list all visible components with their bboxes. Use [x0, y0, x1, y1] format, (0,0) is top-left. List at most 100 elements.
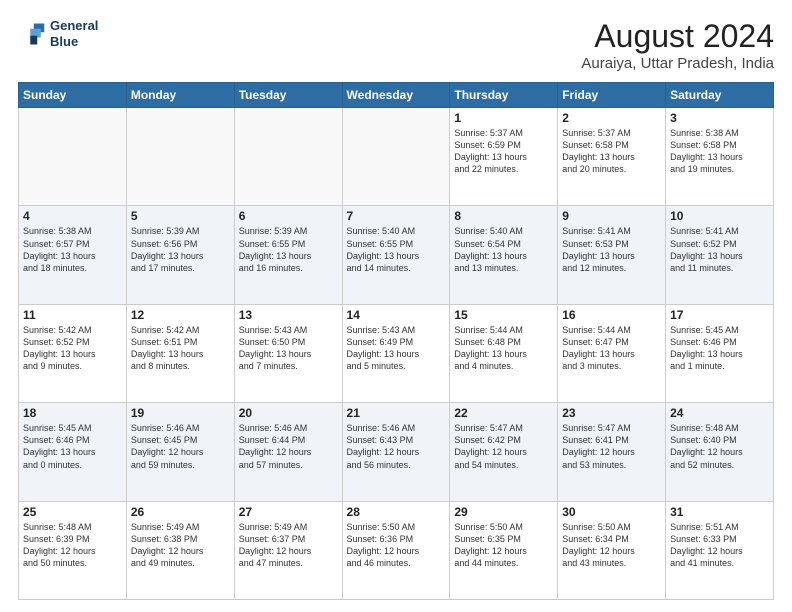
day-info: Sunrise: 5:49 AM Sunset: 6:37 PM Dayligh…: [239, 521, 338, 570]
day-number: 7: [347, 209, 446, 223]
day-number: 17: [670, 308, 769, 322]
day-number: 12: [131, 308, 230, 322]
calendar-cell: 27 Sunrise: 5:49 AM Sunset: 6:37 PM Dayli…: [234, 501, 342, 599]
calendar-cell: 16 Sunrise: 5:44 AM Sunset: 6:47 PM Dayli…: [558, 304, 666, 402]
day-number: 18: [23, 406, 122, 420]
calendar-cell: 13Sunrise: 5:43 AM Sunset: 6:50 PM Dayli…: [234, 304, 342, 402]
day-number: 21: [347, 406, 446, 420]
day-info: Sunrise: 5:49 AM Sunset: 6:38 PM Dayligh…: [131, 521, 230, 570]
calendar-cell: 4Sunrise: 5:38 AM Sunset: 6:57 PM Daylig…: [19, 206, 127, 304]
calendar-cell: 25Sunrise: 5:48 AM Sunset: 6:39 PM Dayli…: [19, 501, 127, 599]
calendar-cell: 15 Sunrise: 5:44 AM Sunset: 6:48 PM Dayli…: [450, 304, 558, 402]
day-number: 28: [347, 505, 446, 519]
calendar-cell: 10Sunrise: 5:41 AM Sunset: 6:52 PM Dayli…: [666, 206, 774, 304]
day-info: Sunrise: 5:41 AM Sunset: 6:53 PM Dayligh…: [562, 225, 661, 274]
col-header-friday: Friday: [558, 83, 666, 108]
day-number: 30: [562, 505, 661, 519]
day-info: Sunrise: 5:38 AM Sunset: 6:58 PM Dayligh…: [670, 127, 769, 176]
day-info: Sunrise: 5:40 AM Sunset: 6:55 PM Dayligh…: [347, 225, 446, 274]
calendar-cell: 8 Sunrise: 5:40 AM Sunset: 6:54 PM Daylig…: [450, 206, 558, 304]
logo-line1: General: [50, 18, 98, 33]
calendar-cell: 12 Sunrise: 5:42 AM Sunset: 6:51 PM Dayli…: [126, 304, 234, 402]
day-number: 6: [239, 209, 338, 223]
day-info: Sunrise: 5:48 AM Sunset: 6:39 PM Dayligh…: [23, 521, 122, 570]
calendar-subtitle: Auraiya, Uttar Pradesh, India: [581, 55, 774, 72]
calendar-cell: 3 Sunrise: 5:38 AM Sunset: 6:58 PM Daylig…: [666, 108, 774, 206]
calendar-cell: 9 Sunrise: 5:41 AM Sunset: 6:53 PM Daylig…: [558, 206, 666, 304]
day-number: 19: [131, 406, 230, 420]
calendar-cell: [126, 108, 234, 206]
day-number: 11: [23, 308, 122, 322]
day-info: Sunrise: 5:38 AM Sunset: 6:57 PM Dayligh…: [23, 225, 122, 274]
week-row-2: 4Sunrise: 5:38 AM Sunset: 6:57 PM Daylig…: [19, 206, 774, 304]
day-info: Sunrise: 5:46 AM Sunset: 6:43 PM Dayligh…: [347, 422, 446, 471]
logo-text: General Blue: [50, 18, 98, 49]
day-number: 2: [562, 111, 661, 125]
calendar-cell: 1 Sunrise: 5:37 AM Sunset: 6:59 PM Daylig…: [450, 108, 558, 206]
day-info: Sunrise: 5:46 AM Sunset: 6:44 PM Dayligh…: [239, 422, 338, 471]
day-info: Sunrise: 5:47 AM Sunset: 6:42 PM Dayligh…: [454, 422, 553, 471]
day-info: Sunrise: 5:50 AM Sunset: 6:36 PM Dayligh…: [347, 521, 446, 570]
day-number: 24: [670, 406, 769, 420]
day-info: Sunrise: 5:50 AM Sunset: 6:34 PM Dayligh…: [562, 521, 661, 570]
day-info: Sunrise: 5:37 AM Sunset: 6:58 PM Dayligh…: [562, 127, 661, 176]
calendar-title: August 2024: [581, 18, 774, 55]
day-info: Sunrise: 5:43 AM Sunset: 6:49 PM Dayligh…: [347, 324, 446, 373]
calendar-cell: 21 Sunrise: 5:46 AM Sunset: 6:43 PM Dayli…: [342, 403, 450, 501]
calendar-cell: 14 Sunrise: 5:43 AM Sunset: 6:49 PM Dayli…: [342, 304, 450, 402]
day-info: Sunrise: 5:46 AM Sunset: 6:45 PM Dayligh…: [131, 422, 230, 471]
col-header-monday: Monday: [126, 83, 234, 108]
col-header-thursday: Thursday: [450, 83, 558, 108]
week-row-1: 1 Sunrise: 5:37 AM Sunset: 6:59 PM Daylig…: [19, 108, 774, 206]
day-info: Sunrise: 5:39 AM Sunset: 6:55 PM Dayligh…: [239, 225, 338, 274]
day-number: 13: [239, 308, 338, 322]
day-number: 15: [454, 308, 553, 322]
calendar-cell: 31Sunrise: 5:51 AM Sunset: 6:33 PM Dayli…: [666, 501, 774, 599]
day-number: 14: [347, 308, 446, 322]
title-block: August 2024 Auraiya, Uttar Pradesh, Indi…: [581, 18, 774, 72]
day-info: Sunrise: 5:37 AM Sunset: 6:59 PM Dayligh…: [454, 127, 553, 176]
day-info: Sunrise: 5:42 AM Sunset: 6:51 PM Dayligh…: [131, 324, 230, 373]
day-info: Sunrise: 5:42 AM Sunset: 6:52 PM Dayligh…: [23, 324, 122, 373]
day-info: Sunrise: 5:50 AM Sunset: 6:35 PM Dayligh…: [454, 521, 553, 570]
day-info: Sunrise: 5:48 AM Sunset: 6:40 PM Dayligh…: [670, 422, 769, 471]
day-info: Sunrise: 5:44 AM Sunset: 6:48 PM Dayligh…: [454, 324, 553, 373]
calendar-cell: 30 Sunrise: 5:50 AM Sunset: 6:34 PM Dayli…: [558, 501, 666, 599]
col-header-wednesday: Wednesday: [342, 83, 450, 108]
calendar-cell: 17Sunrise: 5:45 AM Sunset: 6:46 PM Dayli…: [666, 304, 774, 402]
calendar-cell: 7 Sunrise: 5:40 AM Sunset: 6:55 PM Daylig…: [342, 206, 450, 304]
calendar-cell: 2 Sunrise: 5:37 AM Sunset: 6:58 PM Daylig…: [558, 108, 666, 206]
calendar-table: SundayMondayTuesdayWednesdayThursdayFrid…: [18, 82, 774, 600]
week-row-3: 11 Sunrise: 5:42 AM Sunset: 6:52 PM Dayli…: [19, 304, 774, 402]
day-info: Sunrise: 5:45 AM Sunset: 6:46 PM Dayligh…: [23, 422, 122, 471]
day-number: 9: [562, 209, 661, 223]
calendar-cell: [19, 108, 127, 206]
day-number: 27: [239, 505, 338, 519]
day-number: 1: [454, 111, 553, 125]
day-number: 8: [454, 209, 553, 223]
calendar-cell: 6 Sunrise: 5:39 AM Sunset: 6:55 PM Daylig…: [234, 206, 342, 304]
calendar-cell: [342, 108, 450, 206]
day-number: 16: [562, 308, 661, 322]
logo: General Blue: [18, 18, 98, 49]
day-number: 5: [131, 209, 230, 223]
day-number: 23: [562, 406, 661, 420]
calendar-cell: 5 Sunrise: 5:39 AM Sunset: 6:56 PM Daylig…: [126, 206, 234, 304]
col-header-sunday: Sunday: [19, 83, 127, 108]
day-number: 10: [670, 209, 769, 223]
calendar-cell: 20 Sunrise: 5:46 AM Sunset: 6:44 PM Dayli…: [234, 403, 342, 501]
day-number: 26: [131, 505, 230, 519]
calendar-cell: 19 Sunrise: 5:46 AM Sunset: 6:45 PM Dayli…: [126, 403, 234, 501]
day-number: 29: [454, 505, 553, 519]
logo-icon: [18, 20, 46, 48]
week-row-5: 25Sunrise: 5:48 AM Sunset: 6:39 PM Dayli…: [19, 501, 774, 599]
day-info: Sunrise: 5:44 AM Sunset: 6:47 PM Dayligh…: [562, 324, 661, 373]
day-info: Sunrise: 5:40 AM Sunset: 6:54 PM Dayligh…: [454, 225, 553, 274]
day-number: 3: [670, 111, 769, 125]
day-info: Sunrise: 5:39 AM Sunset: 6:56 PM Dayligh…: [131, 225, 230, 274]
col-header-saturday: Saturday: [666, 83, 774, 108]
week-row-4: 18 Sunrise: 5:45 AM Sunset: 6:46 PM Dayli…: [19, 403, 774, 501]
calendar-cell: 22 Sunrise: 5:47 AM Sunset: 6:42 PM Dayli…: [450, 403, 558, 501]
day-number: 22: [454, 406, 553, 420]
day-number: 20: [239, 406, 338, 420]
